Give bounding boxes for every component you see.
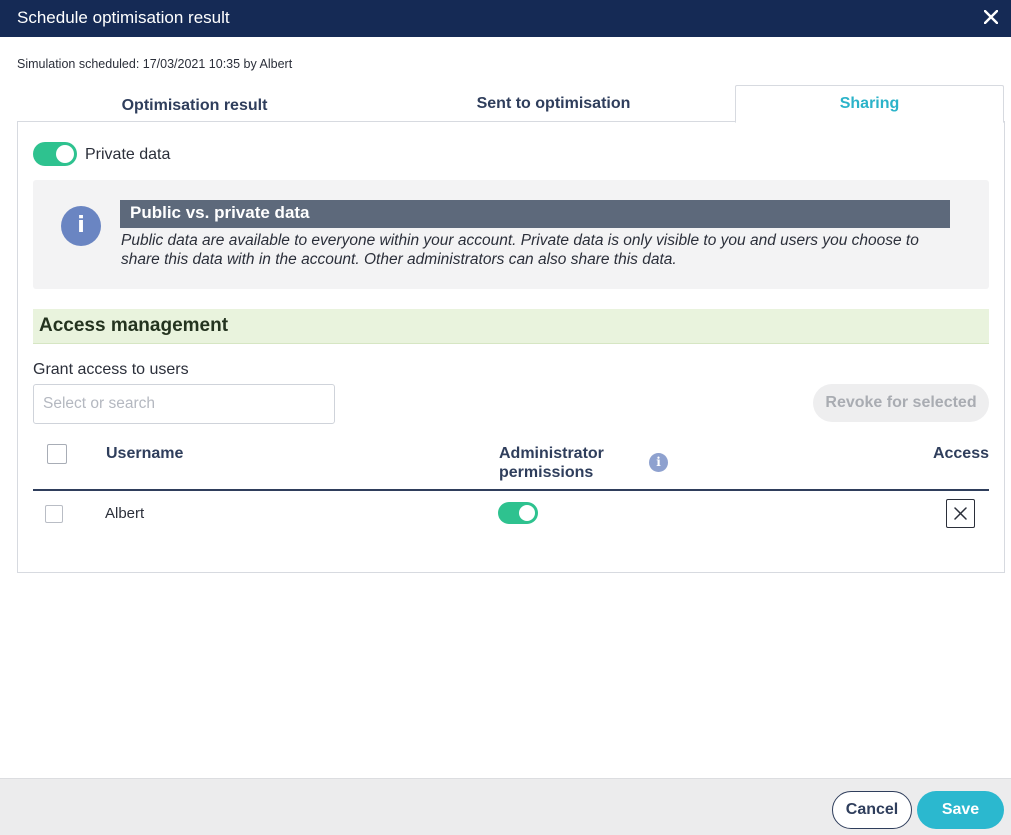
grant-access-label: Grant access to users bbox=[33, 361, 189, 378]
select-all-checkbox[interactable] bbox=[47, 444, 67, 464]
tab-label: Optimisation result bbox=[121, 97, 268, 114]
admin-permissions-info-icon[interactable]: i bbox=[649, 453, 668, 472]
private-data-label: Private data bbox=[85, 146, 171, 163]
user-search-input[interactable] bbox=[33, 384, 335, 424]
table-row: Albert bbox=[33, 493, 989, 539]
close-icon bbox=[954, 507, 967, 520]
private-data-toggle[interactable] bbox=[33, 142, 77, 166]
info-icon: i bbox=[61, 206, 101, 246]
dialog-titlebar: Schedule optimisation result bbox=[0, 0, 1011, 37]
tab-label: Sent to optimisation bbox=[476, 95, 631, 112]
tab-optimisation-result[interactable]: Optimisation result bbox=[17, 85, 372, 123]
users-table-header: Username Administrator permissions i Acc… bbox=[33, 438, 989, 491]
sharing-panel: Private data i Public vs. private data P… bbox=[17, 121, 1005, 573]
save-button[interactable]: Save bbox=[917, 791, 1004, 829]
close-button[interactable] bbox=[979, 4, 1003, 28]
scheduled-info: Simulation scheduled: 17/03/2021 10:35 b… bbox=[17, 57, 293, 71]
dialog-footer: Cancel Save bbox=[0, 778, 1011, 835]
info-heading: Public vs. private data bbox=[120, 200, 950, 228]
row-username: Albert bbox=[105, 505, 145, 522]
tab-label: Sharing bbox=[839, 95, 900, 112]
column-access: Access bbox=[932, 445, 989, 462]
dialog-title: Schedule optimisation result bbox=[17, 8, 230, 27]
close-icon bbox=[984, 10, 998, 24]
column-admin-permissions: Administrator permissions bbox=[499, 445, 604, 481]
revoke-for-selected-button[interactable]: Revoke for selected bbox=[813, 384, 989, 422]
tab-bar: Optimisation result Sent to optimisation… bbox=[17, 85, 1005, 123]
tab-sent-to-optimisation[interactable]: Sent to optimisation bbox=[372, 85, 735, 123]
access-management-heading: Access management bbox=[33, 309, 989, 344]
toggle-knob bbox=[56, 145, 74, 163]
toggle-knob bbox=[519, 505, 535, 521]
row-checkbox[interactable] bbox=[45, 505, 63, 523]
column-username: Username bbox=[106, 445, 184, 462]
info-box: i Public vs. private data Public data ar… bbox=[33, 180, 989, 289]
admin-permission-toggle[interactable] bbox=[498, 502, 538, 524]
info-body: Public data are available to everyone wi… bbox=[121, 232, 919, 268]
revoke-access-button[interactable] bbox=[946, 499, 975, 528]
tab-sharing[interactable]: Sharing bbox=[735, 85, 1004, 123]
cancel-button[interactable]: Cancel bbox=[832, 791, 912, 829]
